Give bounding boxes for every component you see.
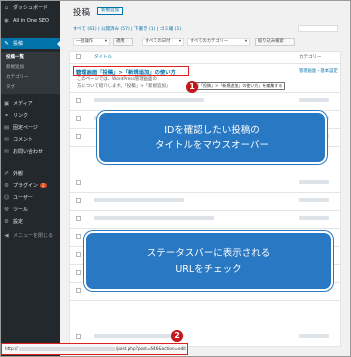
screenshot-border bbox=[0, 0, 351, 357]
